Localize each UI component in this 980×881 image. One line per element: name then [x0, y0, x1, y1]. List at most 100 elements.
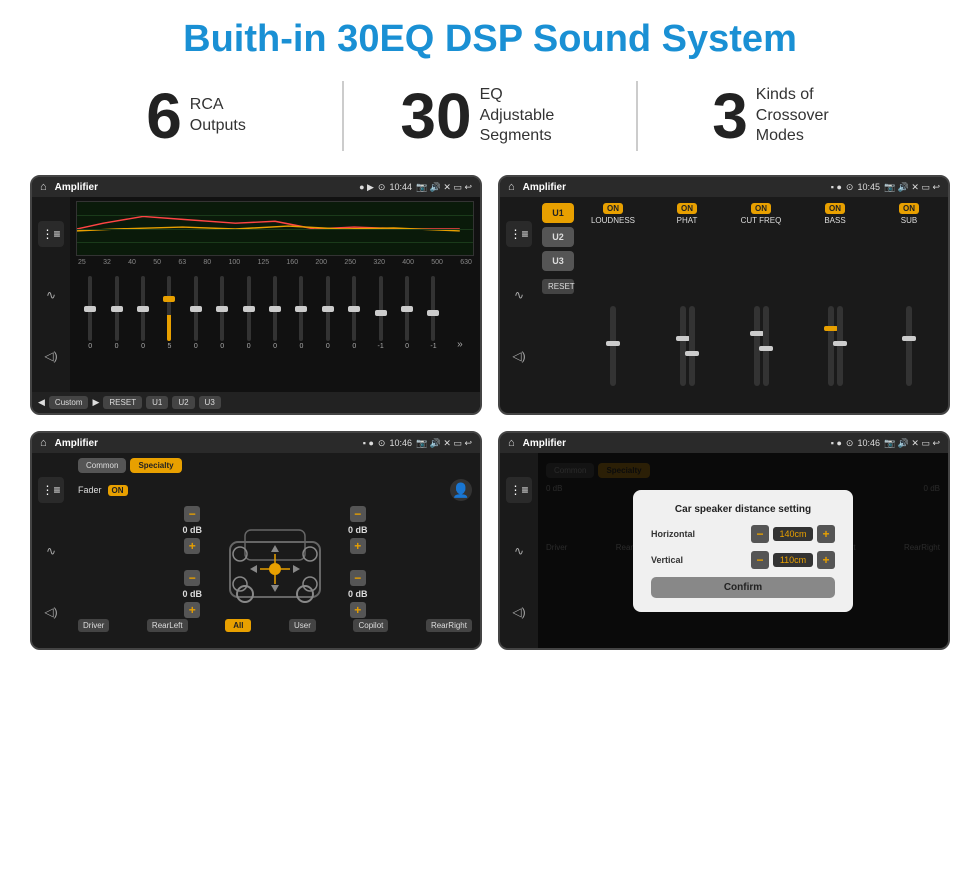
screen1-title: Amplifier — [55, 182, 355, 193]
fader-rearleft-btn[interactable]: RearLeft — [147, 619, 188, 632]
eq-slider-9[interactable]: 0 — [316, 276, 340, 350]
u1-button[interactable]: U1 — [542, 203, 574, 223]
eq-filter-icon[interactable]: ⋮≡ — [38, 221, 64, 247]
fader-copilot-btn[interactable]: Copilot — [353, 619, 388, 632]
u2-button[interactable]: U2 — [542, 227, 574, 247]
screen2-title: Amplifier — [523, 182, 827, 193]
stat-label-rca: RCA Outputs — [190, 95, 246, 137]
ch-cutfreq: ON CUT FREQ — [726, 203, 796, 386]
fader-minus-rl[interactable]: − — [184, 570, 200, 586]
eq-slider-10[interactable]: 0 — [342, 276, 366, 350]
fader-bottom-row: Driver RearLeft All User Copilot RearRig… — [78, 619, 472, 632]
dialog-horizontal-plus[interactable]: + — [817, 525, 835, 543]
fader-plus-rr[interactable]: + — [350, 602, 366, 618]
eq-slider-8[interactable]: 0 — [289, 276, 313, 350]
eq-slider-12[interactable]: 0 — [395, 276, 419, 350]
screen3-icons: 📷 🔊 ✕ ▭ ↩ — [416, 438, 472, 449]
screen-distance: ⌂ Amplifier ▪ ● ⊙ 10:46 📷 🔊 ✕ ▭ ↩ ⋮≡ ∿ ◁… — [498, 431, 950, 650]
eq-slider-3[interactable]: 5 — [157, 276, 181, 350]
dialog-vertical-value: 110cm — [773, 553, 813, 567]
location-icon-2: ⊙ — [846, 182, 854, 193]
eq-slider-5[interactable]: 0 — [210, 276, 234, 350]
dialog-horizontal-minus[interactable]: − — [751, 525, 769, 543]
stat-crossover: 3 Kinds of Crossover Modes — [648, 84, 920, 148]
fader-driver-btn[interactable]: Driver — [78, 619, 109, 632]
stat-eq: 30 EQ Adjustable Segments — [354, 84, 626, 148]
fader-minus-rr[interactable]: − — [350, 570, 366, 586]
eq-slider-0[interactable]: 0 — [78, 276, 102, 350]
eq-speaker-icon[interactable]: ◁) — [38, 343, 64, 369]
fader-vol-rr: − 0 dB + — [348, 570, 368, 618]
status-bar-3: ⌂ Amplifier ▪ ● ⊙ 10:46 📷 🔊 ✕ ▭ ↩ — [32, 433, 480, 453]
fader-all-btn[interactable]: All — [225, 619, 251, 632]
stat-rca: 6 RCA Outputs — [60, 84, 332, 148]
eq-prev-btn[interactable]: ◀ — [38, 397, 45, 408]
dist-filter-icon[interactable]: ⋮≡ — [506, 477, 532, 503]
eq-slider-13[interactable]: -1 — [421, 276, 445, 350]
page-title: Buith-in 30EQ DSP Sound System — [0, 0, 980, 71]
fader-speaker-icon[interactable]: ◁) — [38, 599, 64, 625]
fader-rearright-btn[interactable]: RearRight — [426, 619, 472, 632]
screen2-icons: 📷 🔊 ✕ ▭ ↩ — [884, 182, 940, 193]
fader-user-icon[interactable]: 👤 — [450, 479, 472, 501]
eq-u1-btn[interactable]: U1 — [146, 396, 168, 409]
amp-filter-icon[interactable]: ⋮≡ — [506, 221, 532, 247]
stat-divider-1 — [342, 81, 344, 151]
eq-u2-btn[interactable]: U2 — [172, 396, 194, 409]
eq-slider-7[interactable]: 0 — [263, 276, 287, 350]
dialog-horizontal-value: 140cm — [773, 527, 813, 541]
fader-plus-fr[interactable]: + — [350, 538, 366, 554]
eq-u3-btn[interactable]: U3 — [199, 396, 221, 409]
dot-icons-3: ▪ ● — [363, 438, 374, 448]
u3-button[interactable]: U3 — [542, 251, 574, 271]
eq-wave-icon[interactable]: ∿ — [38, 282, 64, 308]
fader-user-btn[interactable]: User — [289, 619, 316, 632]
eq-slider-11[interactable]: -1 — [368, 276, 392, 350]
confirm-button[interactable]: Confirm — [651, 577, 835, 598]
u-buttons-col: U1 U2 U3 RESET — [542, 203, 574, 386]
eq-slider-1[interactable]: 0 — [104, 276, 128, 350]
screen2-time: 10:45 — [857, 182, 880, 192]
amp-speaker-icon[interactable]: ◁) — [506, 343, 532, 369]
eq-more-icon[interactable]: » — [448, 339, 472, 350]
fader-on-badge[interactable]: ON — [108, 485, 128, 496]
screens-grid: ⌂ Amplifier ● ▶ ⊙ 10:44 📷 🔊 ✕ ▭ ↩ ⋮≡ ∿ ◁… — [0, 165, 980, 660]
fader-plus-fl[interactable]: + — [184, 538, 200, 554]
fader-main: Common Specialty Fader ON 👤 − 0 dB + — [70, 453, 480, 648]
stat-number-rca: 6 — [146, 84, 182, 148]
amp-body: ⋮≡ ∿ ◁) U1 U2 U3 RESET ON LOUDNESS — [500, 197, 948, 392]
fader-tab-specialty[interactable]: Specialty — [130, 458, 181, 473]
fader-left-vols: − 0 dB + − 0 dB + — [182, 506, 202, 618]
eq-graph — [76, 201, 474, 256]
fader-minus-fr[interactable]: − — [350, 506, 366, 522]
dist-wave-icon[interactable]: ∿ — [506, 538, 532, 564]
amp-wave-icon[interactable]: ∿ — [506, 282, 532, 308]
dialog-overlay: Car speaker distance setting Horizontal … — [538, 453, 948, 648]
eq-slider-6[interactable]: 0 — [236, 276, 260, 350]
dialog-vertical-minus[interactable]: − — [751, 551, 769, 569]
fader-minus-fl[interactable]: − — [184, 506, 200, 522]
dialog-vertical-plus[interactable]: + — [817, 551, 835, 569]
fader-filter-icon[interactable]: ⋮≡ — [38, 477, 64, 503]
eq-play-btn[interactable]: ▶ — [92, 397, 99, 408]
stat-label-crossover: Kinds of Crossover Modes — [756, 85, 856, 147]
dist-body: ⋮≡ ∿ ◁) Common Specialty 0 dB 0 dB Dr — [500, 453, 948, 648]
dist-speaker-icon[interactable]: ◁) — [506, 599, 532, 625]
location-icon-4: ⊙ — [846, 438, 854, 449]
fader-tab-common[interactable]: Common — [78, 458, 126, 473]
eq-reset-btn[interactable]: RESET — [103, 396, 142, 409]
fader-top-row: Fader ON 👤 — [78, 479, 472, 501]
fader-plus-rl[interactable]: + — [184, 602, 200, 618]
dialog-vertical-row: Vertical − 110cm + — [651, 551, 835, 569]
amp-reset-btn[interactable]: RESET — [542, 279, 574, 294]
amp-sidebar: ⋮≡ ∿ ◁) — [500, 197, 538, 392]
ch-sub: ON SUB — [874, 203, 944, 386]
stat-divider-2 — [636, 81, 638, 151]
eq-slider-2[interactable]: 0 — [131, 276, 155, 350]
ch-on-bass: ON — [825, 203, 845, 214]
fader-db-rl: 0 dB — [182, 589, 202, 599]
fader-vol-fr: − 0 dB + — [348, 506, 368, 554]
eq-custom-btn[interactable]: Custom — [49, 396, 89, 409]
fader-wave-icon[interactable]: ∿ — [38, 538, 64, 564]
eq-slider-4[interactable]: 0 — [184, 276, 208, 350]
